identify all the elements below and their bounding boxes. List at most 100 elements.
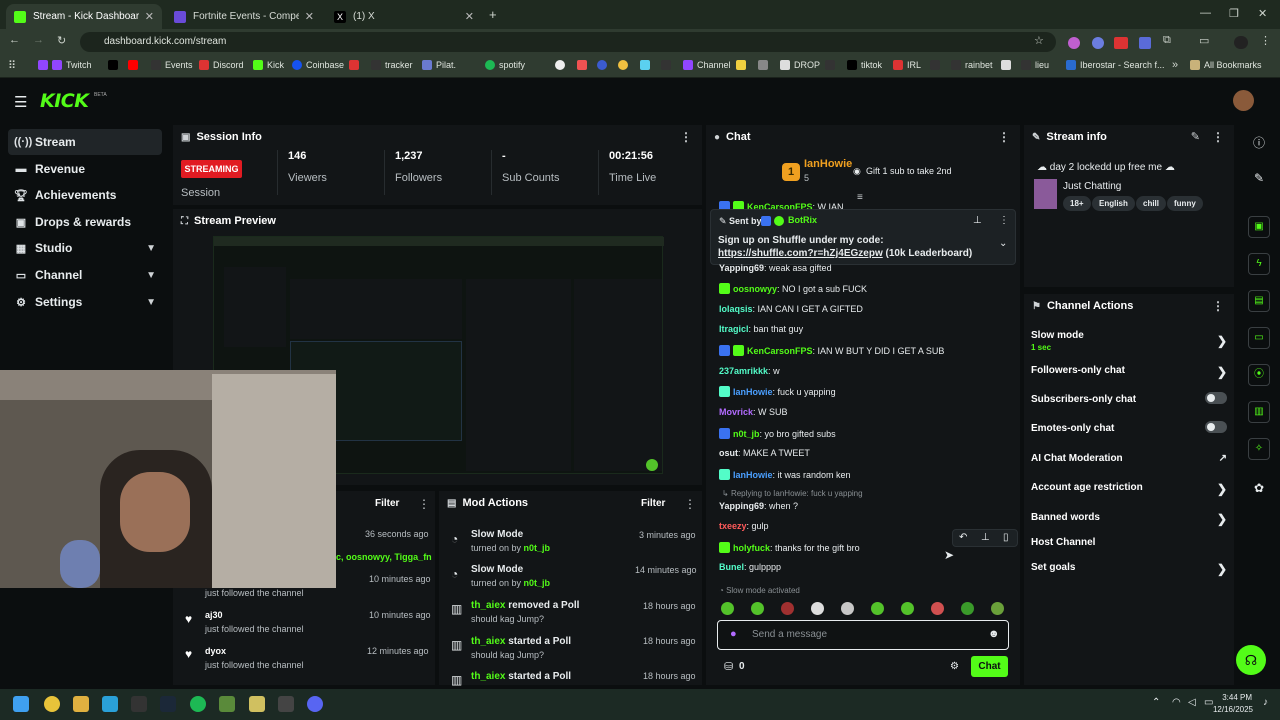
sidebar-item-studio[interactable]: ▦ Studio ▼ [8, 235, 162, 261]
sidebar-item-stream[interactable]: ((·)) Stream [8, 129, 162, 155]
clock-time[interactable]: 3:44 PM [1222, 693, 1252, 702]
sidebar-item-revenue[interactable]: ▬ Revenue [8, 156, 162, 182]
bookmark-channel[interactable]: Channel [683, 60, 731, 70]
bookmark-discord[interactable]: Discord [199, 60, 244, 70]
notification-bell-icon[interactable]: ♪ [1263, 697, 1268, 708]
pin-icon[interactable]: ⊥ [981, 532, 990, 543]
tab-fortnite-events[interactable]: Fortnite Events - Competitive Tr ✕ [166, 4, 322, 29]
bookmark-star-icon[interactable]: ☆ [1034, 34, 1044, 47]
chat-username[interactable]: txeezy [719, 521, 747, 531]
pinned-user[interactable]: BotRix [788, 215, 817, 225]
bookmark-events[interactable]: Events [151, 60, 193, 70]
app-icon[interactable] [278, 696, 294, 712]
all-bookmarks[interactable]: All Bookmarks [1190, 60, 1262, 70]
emote-icon[interactable] [721, 602, 734, 615]
document-icon[interactable]: ▤ [1248, 290, 1270, 312]
minimize-icon[interactable]: — [1200, 7, 1211, 19]
emote-icon[interactable] [931, 602, 944, 615]
bookmark-icon-10[interactable] [930, 60, 944, 70]
epic-games-icon[interactable] [131, 696, 147, 712]
chevron-down-icon[interactable]: ⌄ [999, 238, 1007, 249]
back-icon[interactable]: ← [9, 34, 20, 46]
close-icon[interactable]: ✕ [465, 10, 474, 23]
bookmark-spotify[interactable]: spotify [485, 60, 525, 70]
app-icon[interactable] [102, 696, 118, 712]
chat-username[interactable]: n0t_jb [733, 429, 760, 439]
pinned-link[interactable]: https://shuffle.com?r=hZj4EGzepw [718, 248, 883, 259]
bookmark-icon-8[interactable] [758, 60, 772, 70]
chat-username[interactable]: Yapping69 [719, 501, 764, 511]
subscribers-only-toggle[interactable] [1205, 392, 1227, 404]
delete-icon[interactable]: ▯ [1003, 532, 1009, 543]
activity-filter-button[interactable]: Filter [375, 498, 399, 509]
emote-icon[interactable] [841, 602, 854, 615]
mod-menu-icon[interactable]: ⋮ [684, 497, 696, 511]
extension-icon[interactable] [1068, 37, 1080, 49]
discord-icon[interactable] [307, 696, 323, 712]
send-chat-button[interactable]: Chat [971, 656, 1008, 677]
sidebar-item-channel[interactable]: ▭ Channel ▼ [8, 262, 162, 288]
pencil-icon[interactable]: ✎ [1238, 171, 1280, 185]
banned-words-action[interactable]: Banned words ❯ [1031, 512, 1227, 526]
bookmark-icon-2[interactable] [577, 60, 591, 70]
bookmark-rainbet[interactable]: rainbet [951, 60, 993, 70]
session-menu-icon[interactable]: ⋮ [680, 130, 692, 144]
bookmark-iberostar[interactable]: Iberostar - Search f... [1066, 60, 1165, 70]
tray-chevron-icon[interactable]: ⌃ [1152, 697, 1160, 708]
chat-username[interactable]: holyfuck [733, 543, 770, 553]
menu-kebab-icon[interactable]: ⋮ [1260, 34, 1271, 47]
extensions-puzzle-icon[interactable]: ⧉ [1163, 34, 1171, 47]
ai-moderation-action[interactable]: AI Chat Moderation ↗ [1031, 453, 1227, 464]
wrench-icon[interactable]: ✧ [1248, 438, 1270, 460]
emoji-icon[interactable]: ☻ [988, 628, 1000, 640]
reload-icon[interactable]: ↻ [57, 34, 66, 47]
chat-username[interactable]: Bunel [719, 562, 744, 572]
bookmark-kick[interactable]: Kick [253, 60, 284, 70]
side-panel-icon[interactable]: ▭ [1199, 34, 1209, 47]
bookmark-icon-9[interactable] [825, 60, 839, 70]
channel-actions-menu-icon[interactable]: ⋮ [1212, 299, 1224, 313]
chat-username[interactable]: IanHowie [733, 387, 773, 397]
minecraft-icon[interactable] [219, 696, 235, 712]
chat-username[interactable]: IanHowie [733, 470, 773, 480]
gift-sub-message[interactable]: Gift 1 sub to take 2nd [866, 166, 952, 176]
chrome-icon[interactable] [44, 696, 60, 712]
user-avatar[interactable] [1233, 90, 1254, 111]
chat-username[interactable]: lolaqsis [719, 304, 753, 314]
maximize-icon[interactable]: ❐ [1229, 7, 1239, 20]
bookmark-tracker[interactable]: tracker [371, 60, 413, 70]
sidebar-item-achievements[interactable]: 🏆︎ Achievements [8, 182, 162, 208]
bookmark-pilat[interactable]: Pilat. [422, 60, 456, 70]
bookmark-icon-1[interactable] [555, 60, 569, 70]
bookmark-icon-11[interactable] [1001, 60, 1015, 70]
forward-icon[interactable]: → [33, 34, 44, 46]
lightning-icon[interactable]: ϟ [1248, 253, 1270, 275]
emote-icon[interactable] [781, 602, 794, 615]
emote-icon[interactable] [991, 602, 1004, 615]
microphone-icon[interactable]: ● [730, 628, 737, 640]
close-icon[interactable]: ✕ [305, 10, 314, 23]
chat-username[interactable]: KenCarsonFPS [747, 346, 813, 356]
bookmark-icon-7[interactable] [736, 60, 750, 70]
extension-icon[interactable] [1139, 37, 1151, 49]
spotify-icon[interactable] [190, 696, 206, 712]
activity-menu-icon[interactable]: ⋮ [418, 497, 430, 511]
bookmark-icon-4[interactable] [618, 60, 632, 70]
shapes-icon[interactable]: ✿ [1238, 481, 1280, 495]
windows-start-icon[interactable] [13, 696, 29, 712]
chat-username[interactable]: oosnowyy [733, 284, 777, 294]
chat-username[interactable]: Yapping69 [719, 263, 764, 273]
reply-icon[interactable]: ↶ [959, 532, 967, 543]
bookmark-irl[interactable]: IRL [893, 60, 921, 70]
emote-icon[interactable] [751, 602, 764, 615]
emote-icon[interactable] [811, 602, 824, 615]
broadcast-icon[interactable]: ⦿ [1248, 364, 1270, 386]
bookmark-coinbase[interactable]: Coinbase [292, 60, 344, 70]
wifi-icon[interactable]: ◠ [1172, 697, 1181, 708]
unpin-icon[interactable]: ⊥ [973, 215, 982, 226]
pinned-menu-icon[interactable]: ⋮ [999, 215, 1009, 226]
more-bookmarks-icon[interactable]: » [1172, 59, 1178, 71]
profile-avatar[interactable] [1234, 36, 1248, 49]
set-goals-action[interactable]: Set goals ❯ [1031, 562, 1227, 576]
url-field[interactable]: dashboard.kick.com/stream [80, 32, 1056, 52]
